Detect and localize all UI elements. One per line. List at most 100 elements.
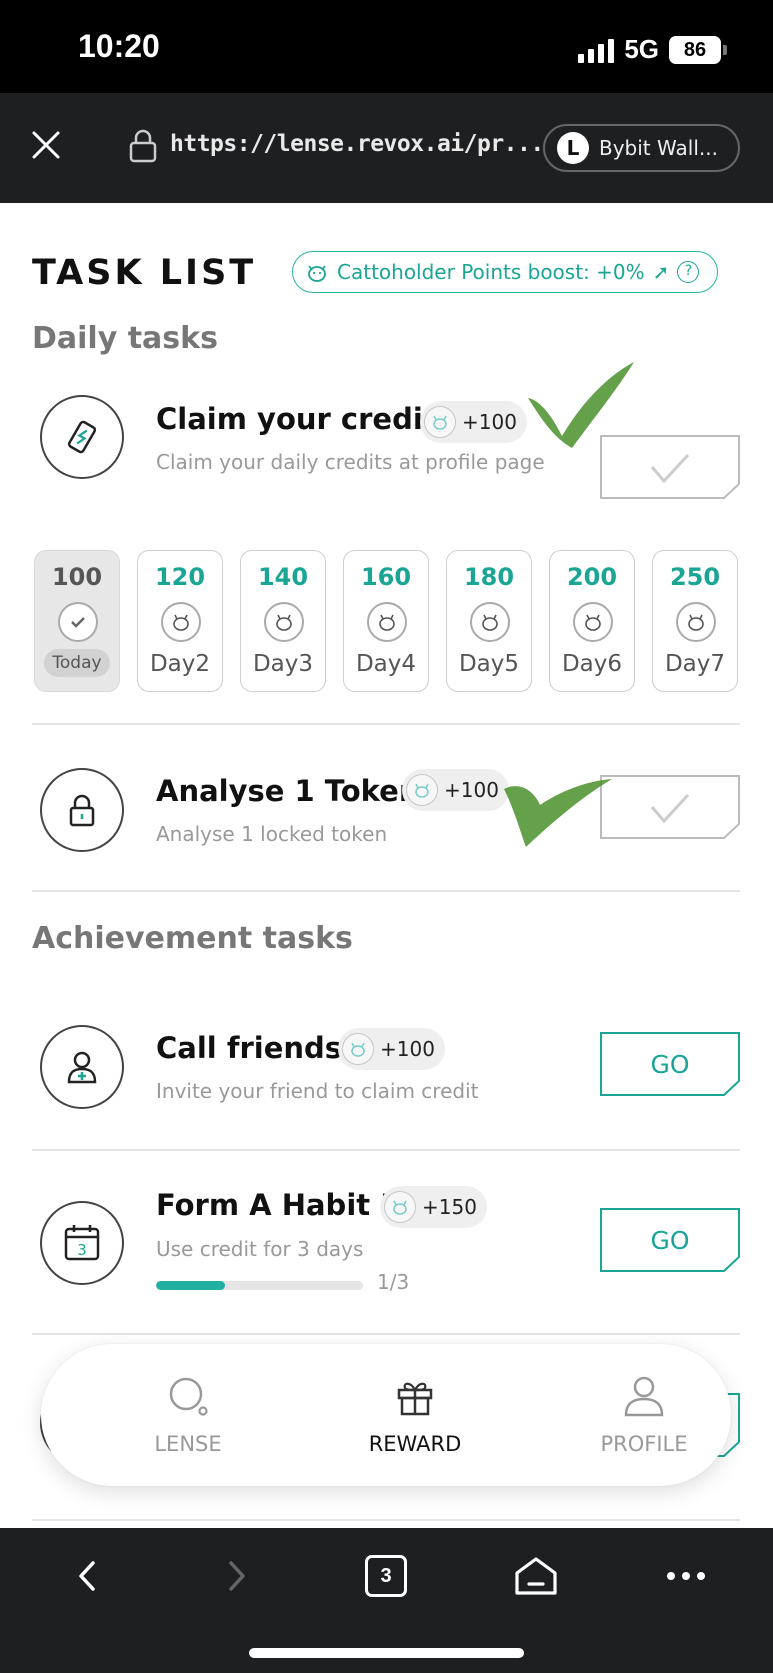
cat-coin-icon — [676, 602, 716, 642]
day-value: 160 — [360, 563, 412, 591]
tabs-button[interactable]: 3 — [358, 1548, 414, 1604]
day-card-4: 160 Day4 — [343, 550, 429, 692]
claim-credit-reward: +100 — [420, 401, 527, 443]
lock-icon — [40, 768, 124, 852]
task-list-page: TASK LIST Cattoholder Points boost: +0% … — [0, 203, 773, 1528]
day-card-2: 120 Day2 — [137, 550, 223, 692]
habit-go-button[interactable]: GO — [600, 1208, 740, 1272]
green-check-mark-icon — [528, 362, 634, 448]
habit-progress-text: 1/3 — [377, 1270, 410, 1294]
analyse-token-reward: +100 — [402, 769, 509, 811]
analyse-token-done-button[interactable] — [600, 775, 740, 839]
day-card-5: 180 Day5 — [446, 550, 532, 692]
daily-tasks-heading: Daily tasks — [32, 321, 218, 356]
day-card-6: 200 Day6 — [549, 550, 635, 692]
page-title: TASK LIST — [32, 253, 257, 293]
day-value: 200 — [566, 563, 618, 591]
add-user-icon — [40, 1025, 124, 1109]
day-value: 140 — [257, 563, 309, 591]
day-value: 120 — [154, 563, 206, 591]
cat-coin-icon — [470, 602, 510, 642]
divider — [32, 1519, 740, 1521]
tab-profile[interactable]: PROFILE — [564, 1344, 724, 1486]
browser-toolbar: 3 — [0, 1528, 773, 1673]
calendar-day: 3 — [77, 1241, 87, 1259]
divider — [32, 1149, 740, 1151]
tab-reward[interactable]: REWARD — [335, 1344, 495, 1486]
points-boost-badge[interactable]: Cattoholder Points boost: +0% ➚ ? — [292, 251, 718, 293]
user-icon — [624, 1376, 664, 1417]
analyse-token-description: Analyse 1 locked token — [156, 822, 388, 846]
status-indicators: 5G 86 — [578, 34, 727, 65]
bottom-tab-bar: LENSE REWARD PROFILE — [41, 1344, 731, 1486]
battery-icon: 86 — [669, 35, 727, 64]
calendar-icon: 3 — [40, 1201, 124, 1285]
signal-icon — [578, 37, 615, 63]
habit-reward: +150 — [380, 1186, 487, 1228]
wallet-logo-icon: L — [557, 132, 589, 164]
help-icon[interactable]: ? — [677, 261, 700, 283]
analyse-token-title: Analyse 1 Token — [156, 774, 420, 808]
habit-progress-fill — [156, 1281, 225, 1290]
home-icon[interactable] — [508, 1548, 564, 1604]
tab-label: REWARD — [368, 1432, 462, 1456]
divider — [32, 1333, 740, 1335]
day-label: Day3 — [252, 651, 314, 677]
claim-credit-description: Claim your daily credits at profile page — [156, 450, 545, 474]
url-text[interactable]: https://lense.revox.ai/pr... — [170, 131, 544, 157]
day-card-7: 250 Day7 — [652, 550, 738, 692]
cat-coin-icon — [384, 1191, 416, 1223]
day-value: 250 — [669, 563, 721, 591]
search-icon — [169, 1377, 208, 1416]
browser-url-bar: https://lense.revox.ai/pr... L Bybit Wal… — [0, 93, 773, 203]
home-indicator — [249, 1648, 524, 1658]
go-label: GO — [650, 1049, 690, 1079]
cat-coin-icon — [367, 602, 407, 642]
back-icon[interactable] — [60, 1548, 116, 1604]
cat-coin-icon — [264, 602, 304, 642]
habit-description: Use credit for 3 days — [156, 1237, 364, 1261]
day-value: 100 — [51, 563, 103, 591]
network-type: 5G — [624, 34, 659, 64]
close-icon[interactable] — [28, 127, 64, 163]
divider — [32, 723, 740, 725]
tab-label: PROFILE — [600, 1432, 688, 1456]
forward-icon[interactable] — [208, 1548, 264, 1604]
reward-value: +100 — [380, 1037, 435, 1061]
wallet-button[interactable]: L Bybit Wall... — [543, 124, 740, 172]
tab-label: LENSE — [154, 1432, 222, 1456]
habit-title: Form A Habit I — [156, 1188, 392, 1222]
reward-value: +100 — [444, 778, 499, 802]
call-friends-reward: +100 — [338, 1028, 445, 1070]
cat-coin-icon — [424, 406, 456, 438]
claim-credit-title: Claim your credit — [156, 402, 437, 436]
achievement-tasks-heading: Achievement tasks — [32, 921, 353, 956]
day-label: Day6 — [561, 651, 623, 677]
call-friends-go-button[interactable]: GO — [600, 1032, 740, 1096]
reward-value: +100 — [462, 410, 517, 434]
go-label: GO — [650, 1225, 690, 1255]
day-label: Day7 — [664, 651, 726, 677]
status-time: 10:20 — [78, 28, 160, 64]
day-label: Day4 — [355, 651, 417, 677]
tab-count: 3 — [365, 1555, 407, 1597]
day-card-today: 100 Today — [34, 550, 120, 692]
more-icon[interactable] — [658, 1548, 714, 1604]
day-card-3: 140 Day3 — [240, 550, 326, 692]
green-check-mark-icon — [504, 779, 612, 847]
gift-icon — [397, 1382, 433, 1416]
tab-lense[interactable]: LENSE — [108, 1344, 268, 1486]
day-value: 180 — [463, 563, 515, 591]
reward-value: +150 — [422, 1195, 477, 1219]
call-friends-title: Call friends — [156, 1031, 343, 1065]
call-friends-description: Invite your friend to claim credit — [156, 1079, 479, 1103]
day-label: Day5 — [458, 651, 520, 677]
boost-arrow-icon: ➚ — [652, 260, 670, 284]
day-label: Day2 — [149, 651, 211, 677]
cat-coin-icon — [342, 1033, 374, 1065]
status-bar: 10:20 5G 86 — [0, 0, 773, 93]
cat-icon — [308, 265, 326, 282]
cat-coin-icon — [161, 602, 201, 642]
credit-card-icon — [40, 395, 124, 479]
divider — [32, 890, 740, 892]
